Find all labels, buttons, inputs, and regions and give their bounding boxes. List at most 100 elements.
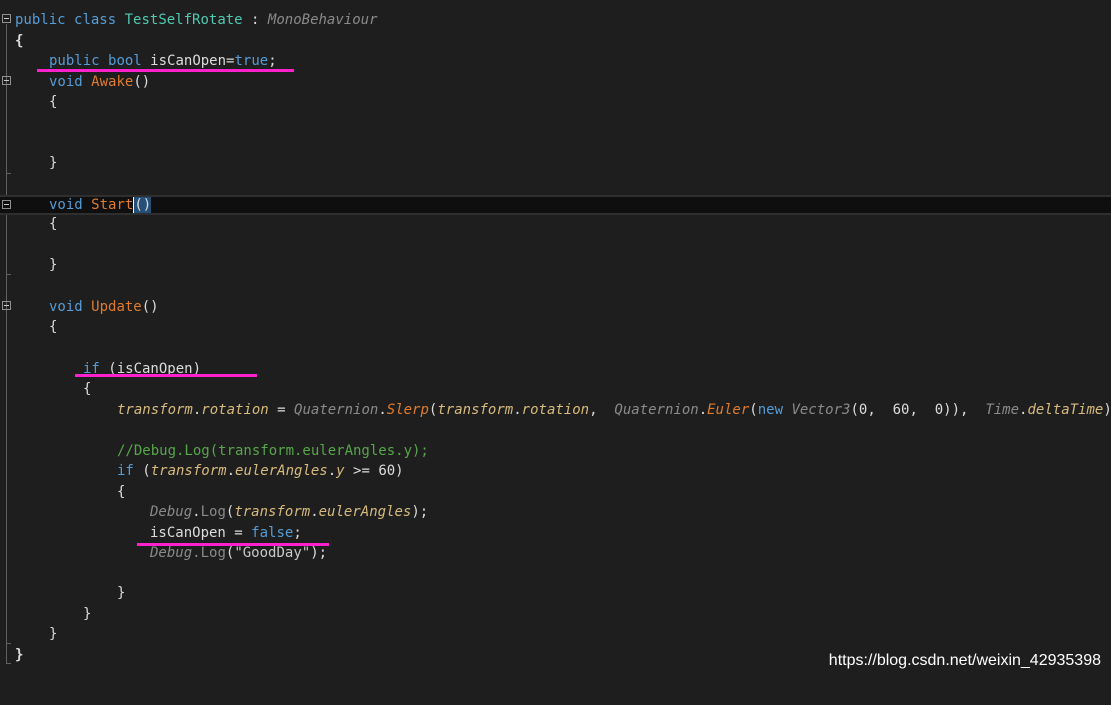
code-line[interactable]: } (0, 624, 1111, 644)
brace: } (117, 585, 126, 601)
punct: . (192, 545, 201, 561)
code-line[interactable]: public bool isCanOpen=true; (0, 51, 1111, 71)
keyword: void (49, 299, 83, 315)
punct: . (378, 402, 387, 418)
highlight-underline (75, 374, 257, 377)
punct: : (242, 12, 268, 28)
punct: ( (749, 402, 758, 418)
identifier: transform (117, 402, 193, 418)
code-line[interactable]: Debug.Log(transform.eulerAngles); (0, 502, 1111, 522)
keyword: public (49, 53, 100, 69)
code-line[interactable]: //Debug.Log(transform.eulerAngles.y); (0, 441, 1111, 461)
keyword: void (49, 74, 83, 90)
keyword: if (117, 463, 134, 479)
current-line[interactable]: void Start() (0, 195, 1111, 215)
brace: } (49, 155, 58, 171)
identifier: isCanOpen (150, 525, 226, 541)
code-line[interactable]: { (0, 379, 1111, 399)
collapse-icon[interactable] (2, 14, 11, 23)
punct: ( (133, 463, 151, 479)
keyword: new (757, 402, 784, 418)
punct: () (141, 299, 159, 315)
code-line[interactable]: } (0, 255, 1111, 275)
collapse-icon[interactable] (2, 76, 11, 85)
identifier: rotation (521, 402, 590, 418)
identifier: y (336, 463, 345, 479)
brace: { (117, 484, 126, 500)
method-name: Awake (91, 74, 134, 90)
code-editor[interactable]: public class TestSelfRotate : MonoBehavi… (0, 0, 1111, 680)
brace: { (15, 33, 24, 49)
punct: . (226, 463, 236, 479)
keyword: void (49, 197, 83, 213)
identifier: transform (234, 504, 311, 520)
watermark-url: https://blog.csdn.net/weixin_42935398 (828, 652, 1101, 669)
brace: { (49, 216, 58, 232)
code-line[interactable]: { (0, 92, 1111, 112)
type-name: Debug (150, 504, 193, 520)
method-name: Log (200, 545, 226, 561)
punct: ); (411, 504, 429, 520)
type-name: Debug (150, 545, 193, 561)
brace: { (49, 94, 58, 110)
keyword: class (74, 12, 117, 28)
string: "GoodDay" (234, 545, 311, 561)
type-name: Quaternion (294, 402, 379, 418)
identifier: rotation (201, 402, 269, 418)
code-line[interactable]: void Update() (0, 297, 1111, 317)
type-name: Quaternion (614, 402, 699, 418)
code-line[interactable]: public class TestSelfRotate : MonoBehavi… (0, 10, 1111, 30)
code-line[interactable]: Debug.Log("GoodDay"); (0, 543, 1111, 563)
code-line[interactable]: transform.rotation = Quaternion.Slerp(tr… (0, 400, 1111, 420)
code-line[interactable]: } (0, 604, 1111, 624)
class-name: TestSelfRotate (124, 12, 243, 28)
method-name: Euler (707, 402, 750, 418)
punct: , (589, 402, 615, 418)
type-name: Vector3 (791, 402, 851, 418)
collapse-icon[interactable] (2, 200, 11, 209)
punct: ); (1103, 402, 1111, 418)
base-class: MonoBehaviour (267, 12, 378, 28)
code-line[interactable]: { (0, 31, 1111, 51)
brace-match-selection: () (133, 197, 152, 213)
arguments: (0, 60, 0)), (850, 402, 986, 418)
brace: { (83, 381, 92, 397)
punct: = (225, 525, 252, 541)
punct: ); (310, 545, 328, 561)
keyword: false (251, 525, 294, 541)
punct: . (327, 463, 337, 479)
punct: . (513, 402, 522, 418)
condition: >= 60) (344, 463, 404, 479)
collapse-icon[interactable] (2, 301, 11, 310)
keyword: bool (108, 53, 142, 69)
punct: ; (268, 53, 277, 69)
brace: } (49, 626, 58, 642)
field-name: isCanOpen (150, 53, 227, 69)
identifier: deltaTime (1027, 402, 1104, 418)
method-name: Log (200, 504, 226, 520)
identifier: transform (437, 402, 514, 418)
brace: } (49, 257, 58, 273)
punct: () (133, 74, 151, 90)
identifier: eulerAngles (318, 504, 412, 520)
code-line[interactable]: void Awake() (0, 72, 1111, 92)
punct: . (698, 402, 708, 418)
punct: ; (293, 525, 302, 541)
keyword: public (15, 12, 66, 28)
code-line[interactable]: { (0, 317, 1111, 337)
punct: . (310, 504, 319, 520)
code-line[interactable]: { (0, 482, 1111, 502)
punct: . (192, 504, 201, 520)
identifier: transform (150, 463, 227, 479)
code-line[interactable]: if (transform.eulerAngles.y >= 60) (0, 461, 1111, 481)
comment: //Debug.Log(transform.eulerAngles.y); (117, 443, 429, 459)
type-name: Time (985, 402, 1020, 418)
code-line[interactable]: } (0, 583, 1111, 603)
method-name: Update (91, 299, 142, 315)
keyword: true (234, 53, 269, 69)
brace: } (15, 647, 24, 663)
code-line[interactable]: isCanOpen = false; (0, 523, 1111, 543)
identifier: eulerAngles (235, 463, 328, 479)
code-line[interactable]: } (0, 153, 1111, 173)
code-line[interactable]: { (0, 214, 1111, 234)
